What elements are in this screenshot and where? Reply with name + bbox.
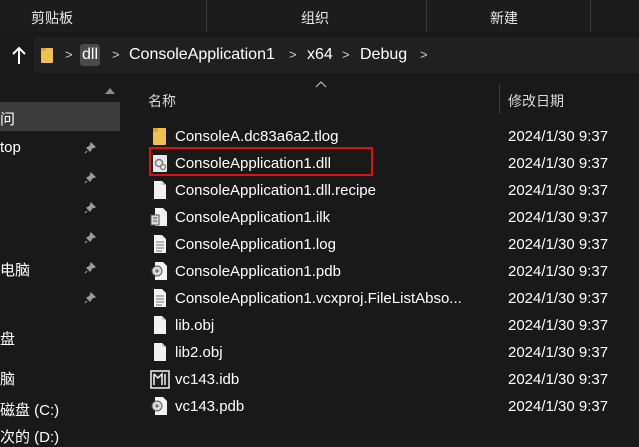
nav-item-disk-d[interactable]: 次的 (D:) — [0, 426, 59, 447]
file-name[interactable]: lib2.obj — [175, 344, 223, 361]
idb-file-icon — [150, 370, 170, 389]
file-name[interactable]: vc143.pdb — [175, 398, 244, 415]
breadcrumb-dll[interactable]: dll — [80, 44, 101, 66]
scroll-up-icon[interactable] — [101, 84, 119, 98]
navigation-pane — [0, 80, 126, 436]
pin-icon[interactable] — [84, 232, 96, 244]
file-date: 2024/1/30 9:37 — [508, 155, 609, 172]
nav-selected-bg — [0, 102, 120, 131]
file-date: 2024/1/30 9:37 — [508, 236, 609, 253]
file-date: 2024/1/30 9:37 — [508, 317, 609, 334]
ribbon-group-clipboard[interactable]: 剪贴板 — [31, 8, 73, 28]
file-date: 2024/1/30 9:37 — [508, 371, 609, 388]
ribbon: 剪贴板 组织 新建 — [0, 0, 639, 32]
file-date: 2024/1/30 9:37 — [508, 128, 609, 145]
pin-icon[interactable] — [84, 202, 96, 214]
text-file-icon — [154, 289, 166, 307]
file-date: 2024/1/30 9:37 — [508, 263, 609, 280]
breadcrumb-x64[interactable]: x64 — [307, 46, 333, 64]
text-file-icon — [154, 235, 166, 253]
chevron-right-icon[interactable]: > — [420, 47, 428, 62]
file-name[interactable]: ConsoleApplication1.vcxproj.FileListAbso… — [175, 290, 462, 307]
column-divider[interactable] — [499, 84, 500, 114]
file-name[interactable]: ConsoleApplication1.log — [175, 236, 336, 253]
chevron-right-icon[interactable]: > — [112, 47, 120, 62]
column-header-name[interactable]: 名称 — [148, 91, 176, 111]
pdb-file-icon — [151, 397, 167, 415]
blank-file-icon — [154, 343, 166, 361]
file-name[interactable]: ConsoleApplication1.pdb — [175, 263, 341, 280]
pdb-file-icon — [151, 262, 167, 280]
nav-item-desktop[interactable]: top — [0, 139, 21, 156]
ribbon-divider — [206, 0, 207, 32]
breadcrumb-debug[interactable]: Debug — [360, 46, 407, 64]
file-date: 2024/1/30 9:37 — [508, 344, 609, 361]
highlight-box — [149, 147, 373, 176]
file-name[interactable]: lib.obj — [175, 317, 214, 334]
ribbon-divider — [426, 0, 427, 32]
file-date: 2024/1/30 9:37 — [508, 290, 609, 307]
blank-file-icon — [154, 316, 166, 334]
nav-item-computer[interactable]: 脑 — [0, 368, 15, 389]
nav-item-quick-access[interactable]: 问 — [0, 108, 15, 129]
ribbon-group-new[interactable]: 新建 — [490, 8, 518, 28]
file-date: 2024/1/30 9:37 — [508, 398, 609, 415]
file-date: 2024/1/30 9:37 — [508, 182, 609, 199]
file-name[interactable]: ConsoleApplication1.ilk — [175, 209, 330, 226]
column-header-date-modified[interactable]: 修改日期 — [508, 91, 564, 111]
ilk-file-icon — [150, 208, 167, 226]
blank-file-icon — [154, 181, 166, 199]
file-name[interactable]: ConsoleA.dc83a6a2.tlog — [175, 128, 338, 145]
breadcrumb-consoleapplication1[interactable]: ConsoleApplication1 — [129, 46, 275, 64]
file-date: 2024/1/30 9:37 — [508, 209, 609, 226]
nav-item-disk-c[interactable]: 磁盘 (C:) — [0, 399, 59, 420]
chevron-right-icon[interactable]: > — [289, 47, 297, 62]
nav-item-this-pc[interactable]: 电脑 — [0, 259, 30, 280]
ribbon-divider — [590, 0, 591, 32]
nav-item-drive[interactable]: 盘 — [0, 328, 15, 349]
up-arrow-icon[interactable] — [10, 46, 28, 66]
pin-icon[interactable] — [84, 172, 96, 184]
pin-icon[interactable] — [84, 262, 96, 274]
file-name[interactable]: vc143.idb — [175, 371, 239, 388]
folder-icon — [153, 128, 166, 145]
address-bar[interactable] — [34, 37, 639, 73]
file-name[interactable]: ConsoleApplication1.dll.recipe — [175, 182, 376, 199]
pin-icon[interactable] — [84, 142, 96, 154]
chevron-right-icon[interactable]: > — [342, 47, 350, 62]
sort-ascending-icon — [315, 81, 327, 88]
ribbon-group-organize[interactable]: 组织 — [301, 8, 329, 28]
folder-icon — [41, 48, 53, 63]
pin-icon[interactable] — [84, 292, 96, 304]
chevron-right-icon[interactable]: > — [65, 47, 73, 62]
